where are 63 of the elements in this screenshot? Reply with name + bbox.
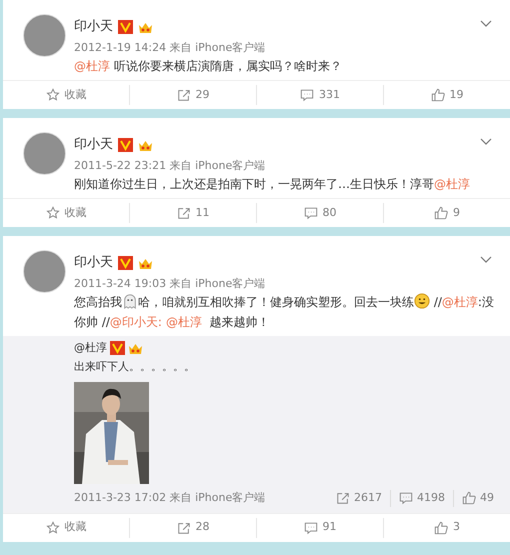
star-icon (46, 206, 60, 220)
action-button[interactable]: 9 (434, 203, 460, 223)
comment-icon (300, 88, 314, 102)
post-time: 2011-3-24 19:03 来自 iPhone客户端 (74, 276, 266, 291)
crown-icon (128, 342, 143, 354)
action-button[interactable]: 28 (176, 518, 210, 538)
share-icon (176, 520, 190, 534)
thumbs-up-icon (434, 206, 448, 220)
star-icon (46, 88, 60, 102)
mention-link[interactable]: @杜淳 (74, 59, 110, 73)
share-icon (176, 206, 190, 220)
comment-icon (304, 520, 318, 534)
verified-badge-icon (118, 138, 133, 152)
crown-icon (138, 20, 153, 34)
crown-icon (138, 256, 153, 270)
mention-link[interactable]: @杜淳 (166, 315, 202, 329)
smiley-icon (414, 293, 430, 309)
mention-link[interactable]: @杜淳 (442, 295, 478, 309)
original-author[interactable]: @杜淳 (74, 340, 107, 356)
thumbs-up-icon (434, 520, 448, 534)
chevron-down-icon[interactable] (480, 256, 492, 264)
action-button[interactable]: 91 (304, 518, 336, 538)
post-text: 刚知道你过生日，上次还是拍南下时，一晃两年了…生日快乐！淳哥@杜淳 (74, 176, 471, 193)
chevron-down-icon[interactable] (480, 138, 492, 146)
thumbs-up-icon (462, 491, 476, 506)
post-time: 2012-1-19 14:24 来自 iPhone客户端 (74, 40, 266, 55)
action-button[interactable]: 331 (300, 85, 340, 105)
action-button[interactable]: 收藏 (46, 518, 86, 538)
action-button[interactable]: 80 (304, 203, 336, 223)
post-text: @杜淳 听说你要来横店演隋唐，属实吗？啥时来？ (74, 58, 343, 75)
action-button[interactable]: 收藏 (46, 85, 86, 105)
repost-time: 2011-3-23 17:02 来自 iPhone客户端 (74, 490, 266, 506)
action-button[interactable]: 11 (176, 203, 210, 223)
action-button[interactable]: 收藏 (46, 203, 86, 223)
share-icon (176, 88, 190, 102)
stat-button[interactable]: 4198 (390, 490, 453, 506)
post-text: 您高抬我 哈，咱就别互相吹捧了！健身确实塑形。回去一块练 //@杜淳:没你帅 //@印小天: @杜淳 越来越帅！ (74, 292, 495, 331)
repost-text: 出来吓下人。。。。。。 (74, 359, 196, 375)
verified-badge-icon (118, 20, 133, 34)
thumbs-up-icon (430, 88, 444, 102)
author-name[interactable]: 印小天 (74, 253, 113, 273)
chevron-down-icon[interactable] (480, 20, 492, 28)
verified-badge-icon (110, 341, 125, 355)
share-icon (336, 491, 350, 506)
stat-button[interactable]: 49 (453, 490, 502, 506)
avatar (23, 250, 66, 293)
action-button[interactable]: 29 (176, 85, 210, 105)
mention-link[interactable]: @印小天: (110, 315, 162, 329)
ghost-emoji-icon (122, 293, 138, 309)
stat-button[interactable]: 2617 (328, 490, 390, 506)
avatar (23, 132, 66, 175)
crown-icon (138, 138, 153, 152)
comment-icon (399, 491, 413, 506)
comment-icon (304, 206, 318, 220)
mention-link[interactable]: @杜淳 (434, 177, 470, 191)
author-name[interactable]: 印小天 (74, 135, 113, 155)
post-time: 2011-5-22 23:21 来自 iPhone客户端 (74, 158, 266, 173)
action-button[interactable]: 3 (434, 518, 460, 538)
author-name[interactable]: 印小天 (74, 17, 113, 37)
action-button[interactable]: 19 (430, 85, 464, 105)
star-icon (46, 520, 60, 534)
avatar (23, 14, 66, 57)
verified-badge-icon (118, 256, 133, 270)
